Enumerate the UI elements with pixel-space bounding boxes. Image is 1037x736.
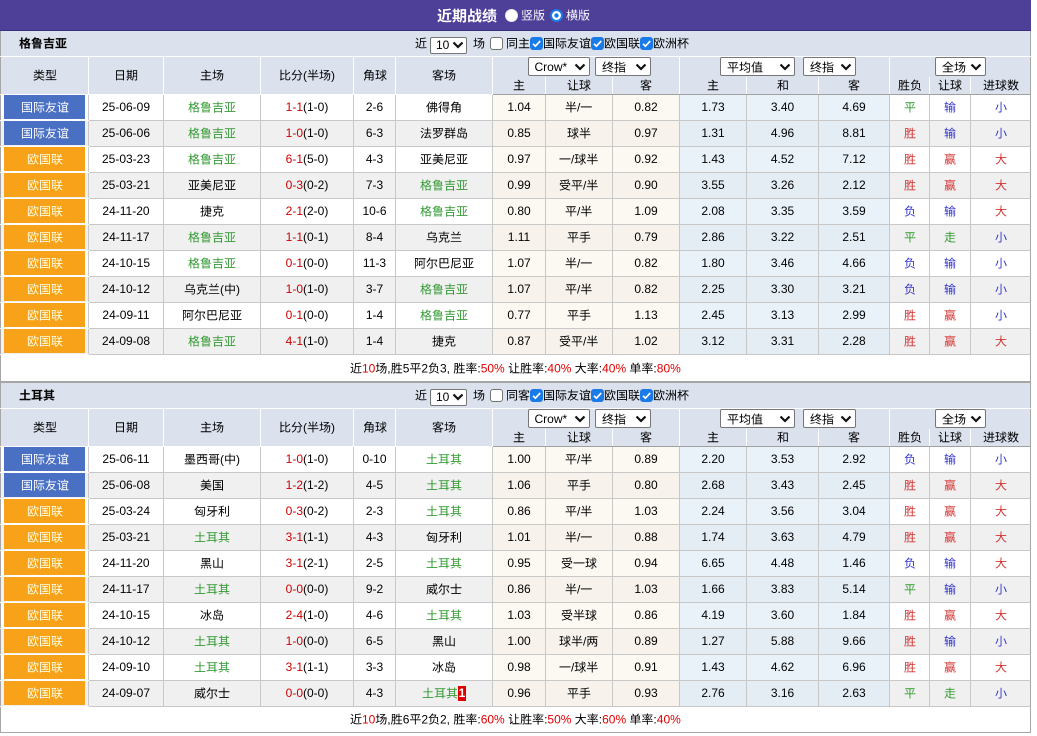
svg-text:5: 5 xyxy=(403,361,410,375)
svg-text:,: , xyxy=(387,361,390,375)
svg-text:6: 6 xyxy=(403,713,410,727)
svg-text:10: 10 xyxy=(362,713,376,727)
svg-text:/: / xyxy=(571,661,575,675)
svg-text:/: / xyxy=(577,101,581,115)
svg-text:/: / xyxy=(583,635,587,649)
svg-text:50%: 50% xyxy=(547,713,571,727)
svg-text:/: / xyxy=(571,153,575,167)
svg-text:60%: 60% xyxy=(481,713,505,727)
svg-text:,: , xyxy=(387,713,390,727)
svg-text:40%: 40% xyxy=(602,361,626,375)
svg-text:60%: 60% xyxy=(602,713,626,727)
svg-text:): ) xyxy=(236,283,240,297)
svg-text:/: / xyxy=(577,205,581,219)
svg-text:): ) xyxy=(236,453,240,467)
svg-text:/: / xyxy=(577,283,581,297)
svg-text:3,: 3, xyxy=(440,361,450,375)
svg-text:(: ( xyxy=(303,421,307,435)
svg-text:/: / xyxy=(583,179,587,193)
svg-text:(: ( xyxy=(303,69,307,83)
svg-text:/: / xyxy=(577,583,581,597)
svg-text:10: 10 xyxy=(362,361,376,375)
svg-text:/: / xyxy=(577,257,581,271)
svg-text:2,: 2, xyxy=(440,713,450,727)
svg-text:2: 2 xyxy=(421,361,428,375)
svg-text:/: / xyxy=(583,335,587,349)
svg-text:50%: 50% xyxy=(481,361,505,375)
svg-text:): ) xyxy=(331,421,335,435)
svg-text:(: ( xyxy=(220,453,224,467)
svg-text:(: ( xyxy=(220,283,224,297)
svg-text:80%: 80% xyxy=(657,361,681,375)
svg-text:/: / xyxy=(577,453,581,467)
svg-text:/: / xyxy=(577,531,581,545)
svg-text:/: / xyxy=(577,505,581,519)
svg-text:): ) xyxy=(331,69,335,83)
svg-text:40%: 40% xyxy=(547,361,571,375)
svg-text:2: 2 xyxy=(421,713,428,727)
svg-text:40%: 40% xyxy=(657,713,681,727)
